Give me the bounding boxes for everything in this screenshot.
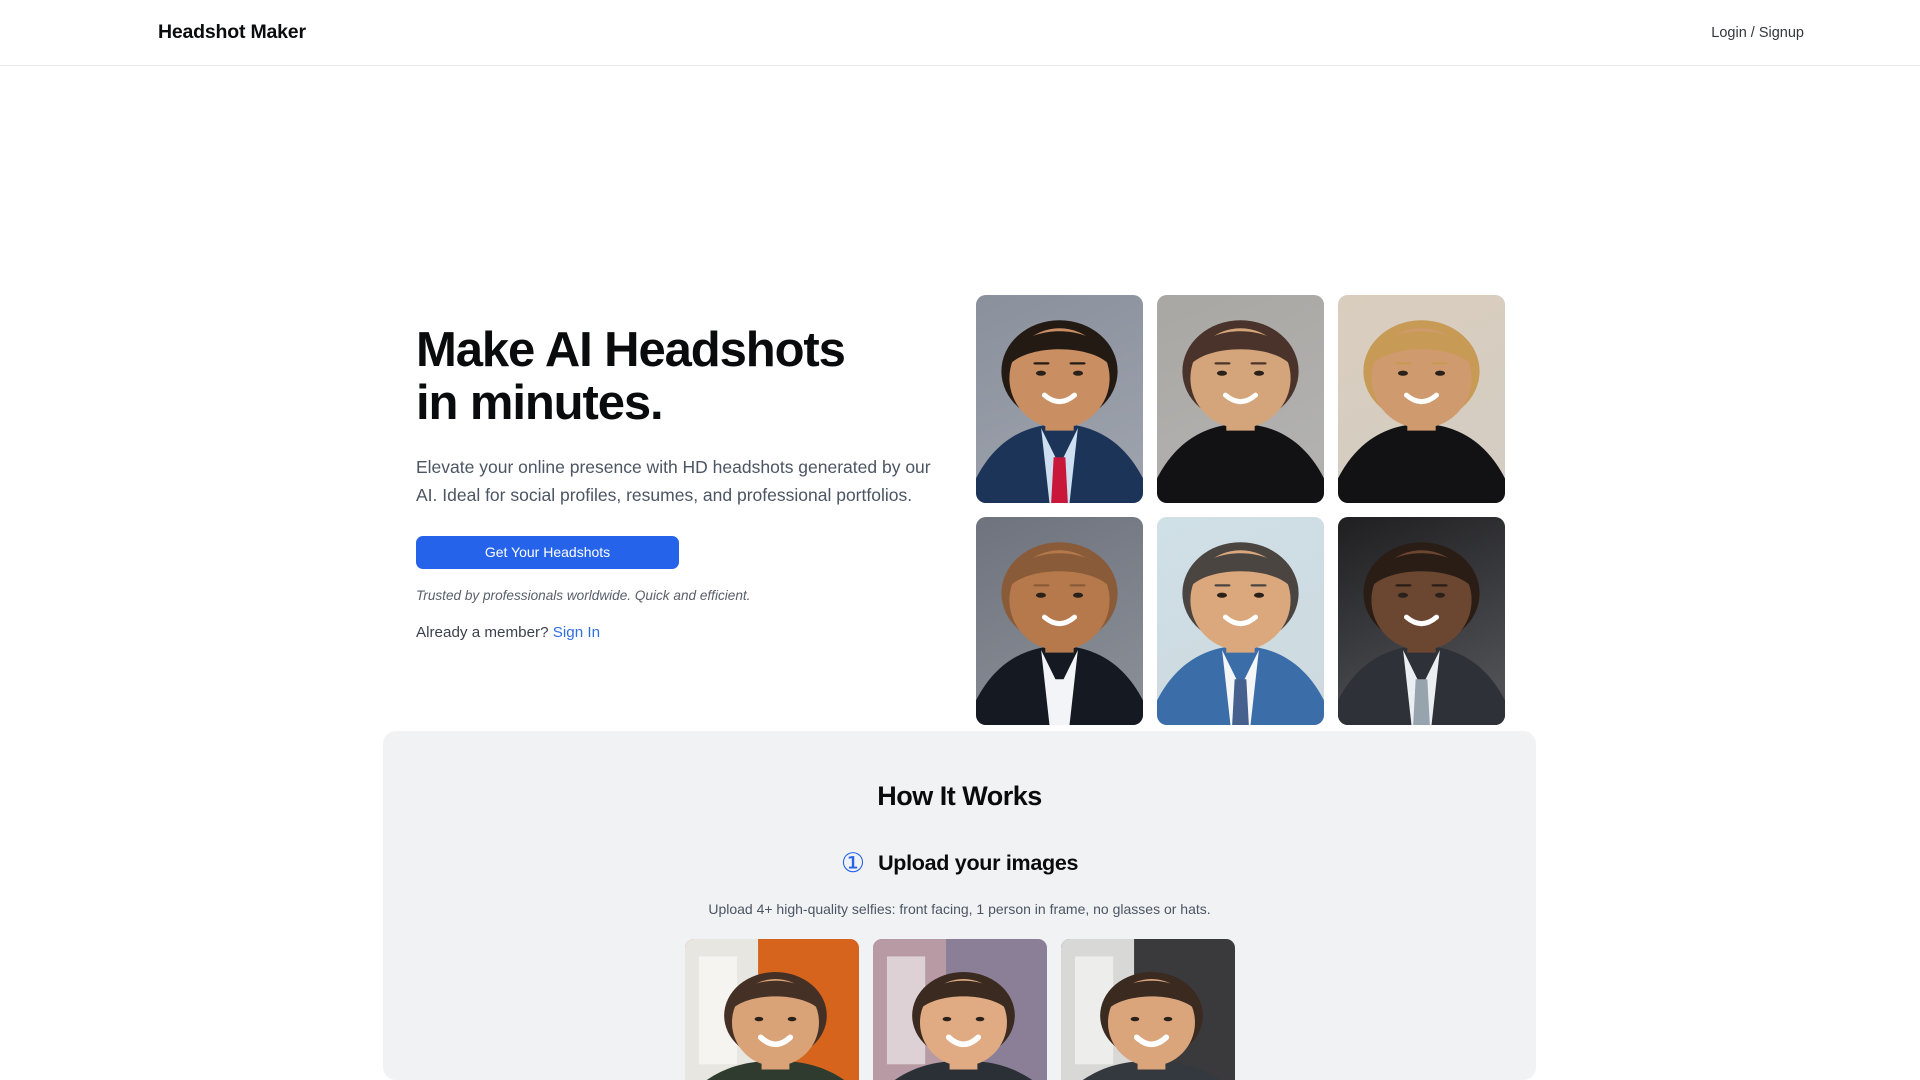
headshot-man-dark-background-gray-tie <box>1338 517 1505 725</box>
headshot-woman-blonde-wavy-hair <box>1338 295 1505 503</box>
how-it-works-card: How It Works ① Upload your images Upload… <box>383 731 1536 1080</box>
selfie-outdoor-ocean-sunset <box>872 939 1047 1080</box>
step-number-one-icon: ① <box>840 848 866 878</box>
sign-in-link[interactable]: Sign In <box>553 624 600 641</box>
hero-subtitle: Elevate your online presence with HD hea… <box>416 456 931 506</box>
brand-logo[interactable]: Headshot Maker <box>158 21 306 44</box>
hero-section: Make AI Headshots in minutes. Elevate yo… <box>0 66 1920 728</box>
site-header: Headshot Maker Login / Signup <box>0 0 1920 66</box>
member-prompt-text: Already a member? <box>416 623 553 641</box>
step-one-description: Upload 4+ high-quality selfies: front fa… <box>708 901 1211 917</box>
upload-example-gallery <box>383 939 1536 1080</box>
hero-copy: Make AI Headshots in minutes. Elevate yo… <box>416 323 956 641</box>
page-title: Make AI Headshots in minutes. <box>416 323 956 431</box>
login-signup-link[interactable]: Login / Signup <box>1711 25 1804 41</box>
trusted-note: Trusted by professionals worldwide. Quic… <box>416 587 751 603</box>
hero-title-line-1: Make AI Headshots <box>416 323 846 377</box>
headshot-young-man-blue-suit-green-bg <box>1157 517 1324 725</box>
selfie-indoor-wooden-door <box>684 939 859 1080</box>
step-one-title: Upload your images <box>878 851 1079 875</box>
selfie-indoor-window-light <box>1060 939 1235 1080</box>
member-prompt: Already a member? Sign In <box>416 624 956 641</box>
get-your-headshots-button[interactable]: Get Your Headshots <box>416 535 679 569</box>
headshot-man-navy-suit-red-tie <box>976 295 1143 503</box>
headshot-woman-black-blazer <box>1157 295 1324 503</box>
how-it-works-title: How It Works <box>877 781 1042 811</box>
step-one-header: ① Upload your images <box>383 850 1536 877</box>
hero-headshot-gallery <box>976 295 1505 725</box>
hero-title-line-2: in minutes. <box>416 376 664 431</box>
headshot-bald-man-dark-suit <box>976 517 1143 725</box>
